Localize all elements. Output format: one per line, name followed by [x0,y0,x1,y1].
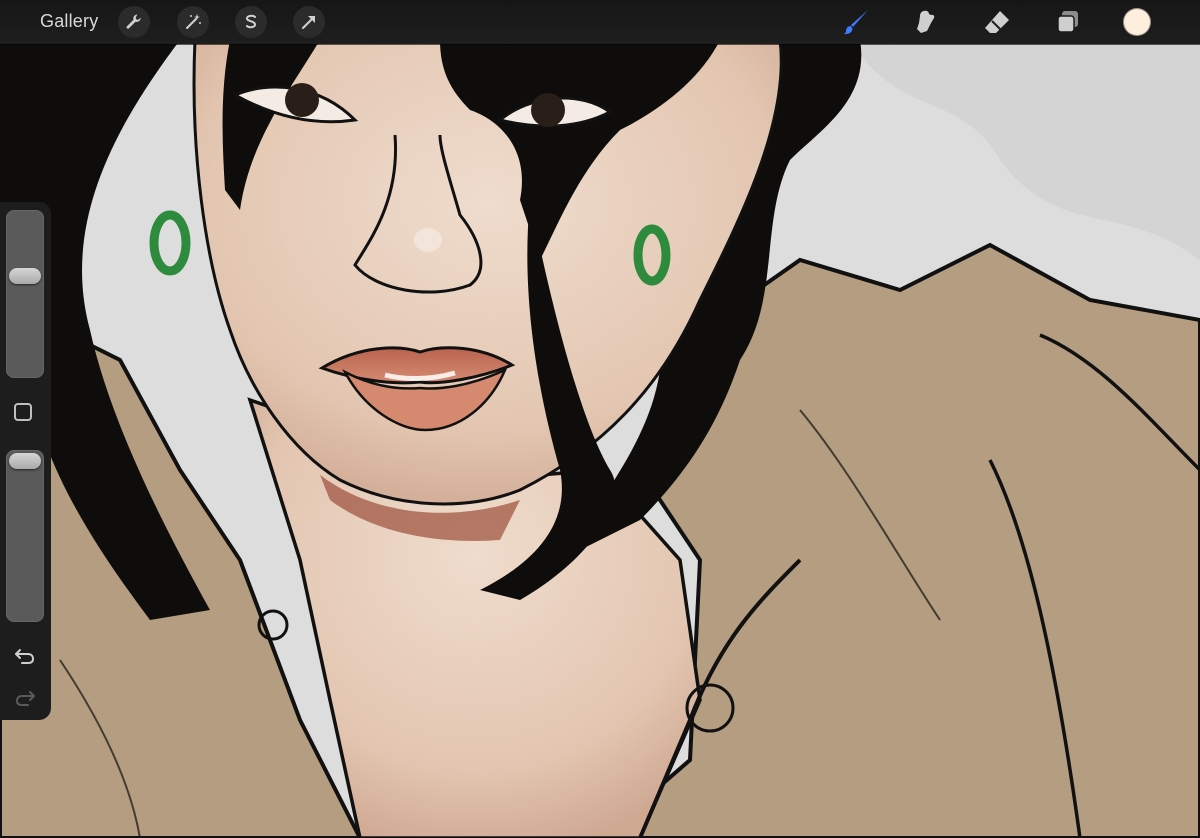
brush-size-thumb[interactable] [9,268,41,285]
left-sidebar [0,202,51,720]
selection-button[interactable] [235,6,267,38]
layers-button[interactable] [1052,6,1084,38]
artwork-illustration [0,0,1200,838]
iris-left [285,83,319,117]
top-toolbar: Gallery [0,0,1200,44]
opacity-slider[interactable] [6,450,44,622]
brush-size-slider[interactable] [6,210,44,378]
undo-icon[interactable] [12,642,38,668]
color-swatch-button[interactable] [1123,8,1151,36]
layers-icon [1057,11,1078,33]
actions-button[interactable] [118,6,150,38]
selection-icon [245,14,257,29]
transform-button[interactable] [293,6,325,38]
iris-right [531,93,565,127]
smudge-tool-button[interactable] [909,6,941,38]
redo-icon[interactable] [12,684,38,710]
opacity-thumb[interactable] [9,453,41,469]
wrench-icon [126,14,141,29]
adjustments-button[interactable] [177,6,209,38]
nose-highlight [414,228,442,252]
brush-icon [844,10,868,35]
eraser-tool-button[interactable] [981,6,1013,38]
gallery-button[interactable]: Gallery [40,11,98,32]
drawing-canvas[interactable] [0,0,1200,838]
modify-button[interactable] [14,403,32,421]
brush-tool-button[interactable] [840,6,872,38]
transform-arrow-icon [302,16,315,29]
smudge-icon [917,10,935,34]
eraser-icon [985,11,1009,33]
magic-wand-icon [186,14,201,29]
